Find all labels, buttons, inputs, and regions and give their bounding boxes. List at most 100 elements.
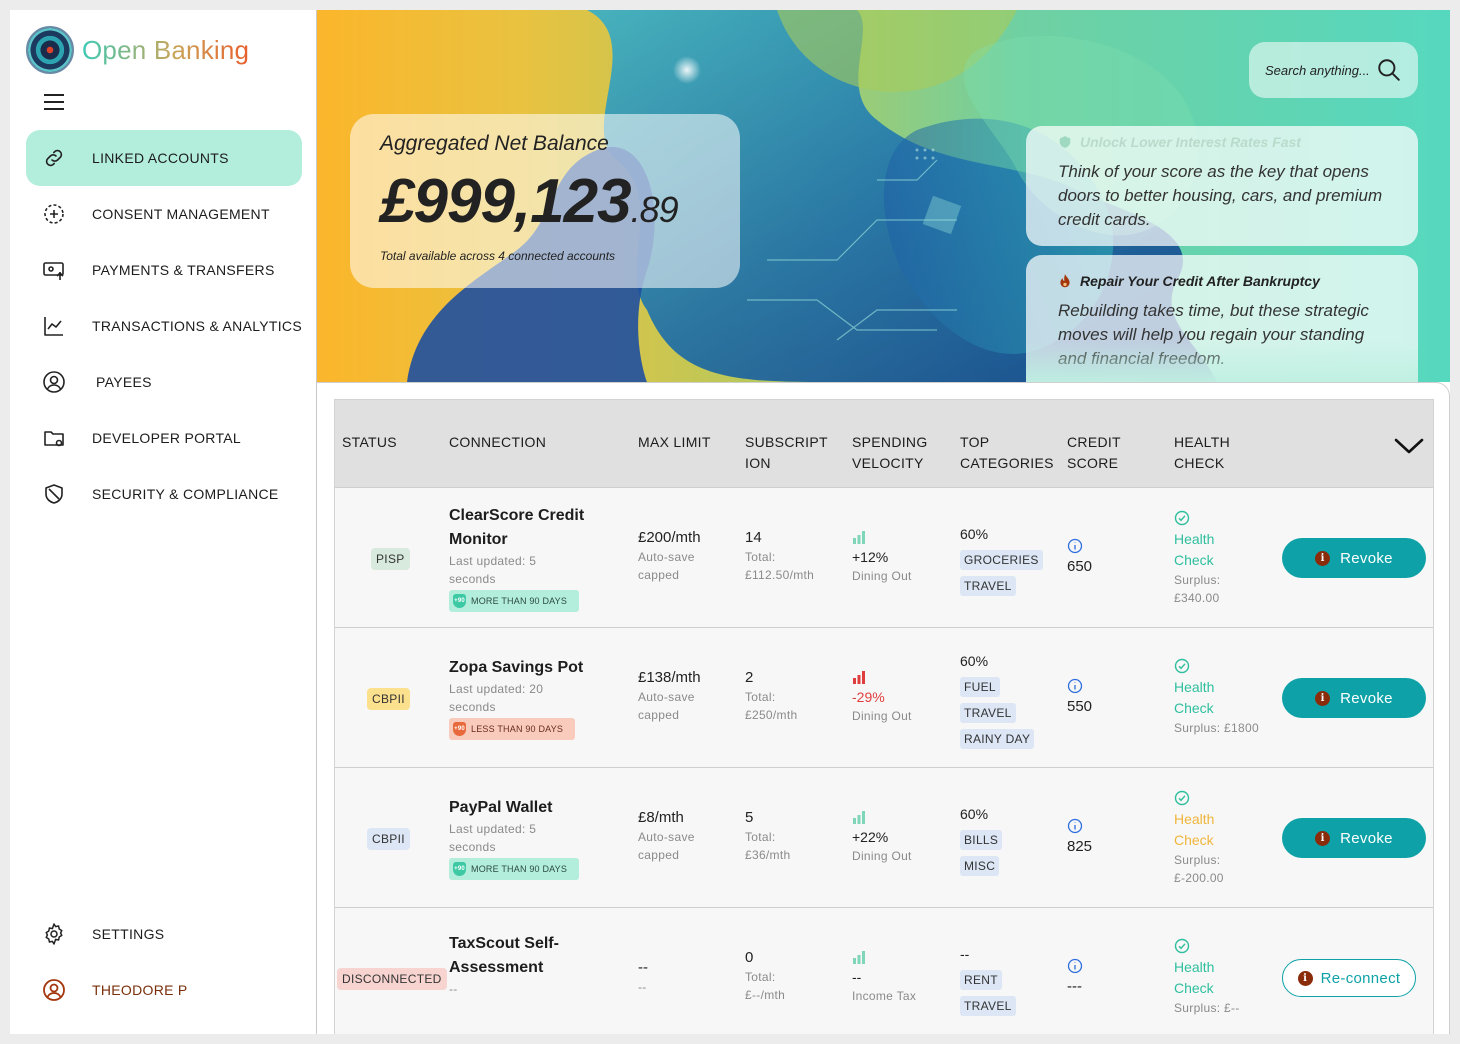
max-limit-cell: £200/mth Auto-save capped (638, 529, 701, 582)
sidebar-item-label: CONSENT MANAGEMENT (92, 206, 270, 222)
link-icon (45, 149, 63, 167)
info-icon[interactable] (1067, 538, 1083, 554)
last-updated: Last updated: 5 seconds (449, 822, 537, 854)
check-circle-icon (1174, 658, 1190, 674)
max-limit-cell: £138/mth Auto-save capped (638, 669, 701, 722)
consent-age-badge: +90 MORE THAN 90 DAYS (449, 858, 580, 880)
category-tag: MISC (960, 856, 1000, 876)
info-icon: i (1315, 830, 1331, 846)
status-badge: DISCONNECTED (337, 968, 447, 990)
consent-age-badge: +90 LESS THAN 90 DAYS (449, 718, 576, 740)
tip-title: Repair Your Credit After Bankruptcy (1058, 273, 1386, 289)
category-tag: TRAVEL (960, 576, 1016, 596)
search-box[interactable]: Search anything... (1249, 42, 1418, 98)
connection-name: PayPal Wallet (449, 799, 553, 816)
linked-accounts-table: STATUS CONNECTION MAX LIMIT SUBSCRIPT ION… (334, 399, 1434, 1034)
analytics-icon (44, 317, 63, 336)
credit-score-cell: 550 (1067, 678, 1092, 717)
sidebar-item-consent-management[interactable]: CONSENT MANAGEMENT (26, 186, 302, 242)
shield-90-icon: +90 (453, 722, 466, 736)
accounts-panel: STATUS CONNECTION MAX LIMIT SUBSCRIPT ION… (317, 382, 1450, 1034)
sidebar-item-transactions-analytics[interactable]: TRANSACTIONS & ANALYTICS (26, 298, 302, 354)
health-check-cell: Health Check Surplus: £340.00 (1174, 510, 1220, 607)
info-icon[interactable] (1067, 818, 1083, 834)
sidebar-item-label: LINKED ACCOUNTS (92, 150, 229, 166)
sidebar-item-label: SECURITY & COMPLIANCE (92, 486, 279, 502)
top-categories-cell: 60% GROCERIES TRAVEL (960, 524, 1043, 596)
col-health-check[interactable]: HEALTH CHECK (1174, 432, 1230, 474)
balance-subtitle: Total available across 4 connected accou… (380, 249, 616, 263)
col-connection[interactable]: CONNECTION (449, 432, 546, 453)
subscription-cell: 0 Total: £--/mth (745, 949, 786, 1002)
spending-velocity-cell: -29% Dining Out (852, 670, 912, 725)
shield-check-icon (1059, 136, 1071, 148)
brand[interactable]: Open Banking (26, 26, 249, 74)
connection-name: Zopa Savings Pot (449, 659, 584, 676)
sidebar-item-label: PAYMENTS & TRANSFERS (92, 262, 275, 278)
bar-chart-icon (853, 951, 865, 964)
payee-icon (43, 371, 65, 393)
balance-main: £999,123 (380, 167, 632, 236)
tip-fade (1026, 342, 1418, 382)
table-header: STATUS CONNECTION MAX LIMIT SUBSCRIPT ION… (335, 400, 1433, 488)
reconnect-button[interactable]: i Re-connect (1282, 959, 1416, 997)
tip-title: Unlock Lower Interest Rates Fast (1058, 134, 1386, 150)
bar-chart-icon (853, 531, 865, 544)
table-row[interactable]: DISCONNECTED TaxScout Self- Assessment --… (335, 908, 1433, 1034)
sidebar-item-settings[interactable]: SETTINGS (26, 906, 302, 962)
brand-name: Open Banking (82, 34, 250, 65)
hamburger-menu-icon[interactable] (44, 94, 64, 110)
info-icon[interactable] (1067, 958, 1083, 974)
col-spending-velocity[interactable]: SPENDING VELOCITY (852, 432, 928, 474)
info-icon: i (1297, 970, 1313, 986)
sidebar-item-security-compliance[interactable]: SECURITY & COMPLIANCE (26, 466, 302, 522)
subscription-cell: 2 Total: £250/mth (745, 669, 798, 722)
tip-card-interest-rates[interactable]: Unlock Lower Interest Rates Fast Think o… (1026, 126, 1418, 246)
category-tag: RAINY DAY (960, 729, 1035, 749)
credit-score-cell: 650 (1067, 538, 1092, 577)
col-subscription[interactable]: SUBSCRIPT ION (745, 432, 828, 474)
sidebar-item-user[interactable]: THEODORE P (26, 962, 302, 1018)
chevron-down-icon[interactable] (1393, 436, 1425, 456)
status-badge: CBPII (367, 828, 410, 850)
table-row[interactable]: PISP ClearScore Credit Monitor Last updat… (335, 488, 1433, 628)
col-max-limit[interactable]: MAX LIMIT (638, 432, 711, 453)
sidebar-item-payees[interactable]: PAYEES (26, 354, 302, 410)
category-tag: BILLS (960, 830, 1003, 850)
spending-velocity-cell: +12% Dining Out (852, 530, 912, 585)
category-tag: GROCERIES (960, 550, 1043, 570)
col-status[interactable]: STATUS (342, 432, 397, 453)
folder-icon (44, 431, 64, 447)
search-icon[interactable] (1376, 57, 1402, 83)
spending-velocity-cell: +22% Dining Out (852, 810, 912, 865)
app-frame: Open Banking LINKED ACCOUNTS CONSENT MAN… (10, 10, 1450, 1034)
bar-chart-icon (853, 671, 865, 684)
check-circle-icon (1174, 510, 1190, 526)
search-input[interactable]: Search anything... (1265, 63, 1370, 78)
table-row[interactable]: CBPII Zopa Savings Pot Last updated: 20 s… (335, 628, 1433, 768)
sidebar-item-developer-portal[interactable]: DEVELOPER PORTAL (26, 410, 302, 466)
category-tag: FUEL (960, 677, 1000, 697)
category-tag: TRAVEL (960, 703, 1016, 723)
status-badge: CBPII (367, 688, 410, 710)
top-categories-cell: 60% BILLS MISC (960, 804, 1003, 876)
table-row[interactable]: CBPII PayPal Wallet Last updated: 5 secon… (335, 768, 1433, 908)
revoke-button[interactable]: i Revoke (1282, 818, 1426, 858)
sidebar-item-label: PAYEES (96, 374, 152, 390)
category-tag: TRAVEL (960, 996, 1016, 1016)
revoke-button[interactable]: i Revoke (1282, 538, 1426, 578)
info-icon[interactable] (1067, 678, 1083, 694)
revoke-button[interactable]: i Revoke (1282, 678, 1426, 718)
info-icon: i (1315, 690, 1331, 706)
col-credit-score[interactable]: CREDIT SCORE (1067, 432, 1121, 474)
status-badge: PISP (371, 548, 410, 570)
health-check-cell: Health Check Surplus: £-- (1174, 938, 1240, 1017)
sidebar-item-payments-transfers[interactable]: PAYMENTS & TRANSFERS (26, 242, 302, 298)
sidebar-item-linked-accounts[interactable]: LINKED ACCOUNTS (26, 130, 302, 186)
tip-card-credit-repair[interactable]: Repair Your Credit After Bankruptcy Rebu… (1026, 255, 1418, 382)
payments-icon (43, 262, 64, 280)
balance-label: Aggregated Net Balance (380, 132, 609, 155)
connection-cell: ClearScore Credit Monitor Last updated: 5… (449, 504, 609, 612)
subscription-cell: 5 Total: £36/mth (745, 809, 791, 862)
col-top-categories[interactable]: TOP CATEGORIES (960, 432, 1054, 474)
